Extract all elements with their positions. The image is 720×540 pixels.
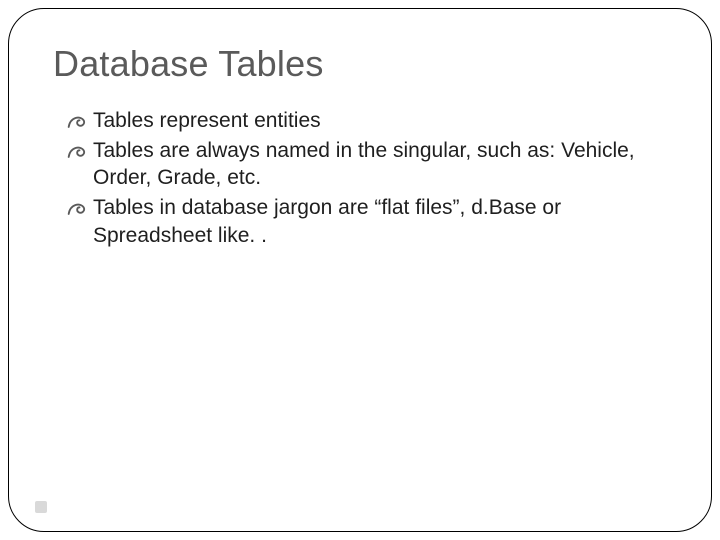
bullet-list: Tables represent entities Tables are alw… xyxy=(53,107,667,250)
slide-frame: Database Tables Tables represent entitie… xyxy=(8,8,712,532)
swirl-icon xyxy=(67,111,87,129)
list-item: Tables in database jargon are “flat file… xyxy=(69,194,667,249)
slide-title: Database Tables xyxy=(53,43,667,85)
list-item: Tables are always named in the singular,… xyxy=(69,137,667,192)
corner-decoration xyxy=(35,501,47,513)
bullet-text: Tables represent entities xyxy=(93,109,321,132)
bullet-text: Tables are always named in the singular,… xyxy=(93,139,635,190)
list-item: Tables represent entities xyxy=(69,107,667,135)
swirl-icon xyxy=(67,198,87,216)
swirl-icon xyxy=(67,141,87,159)
bullet-text: Tables in database jargon are “flat file… xyxy=(93,196,561,247)
